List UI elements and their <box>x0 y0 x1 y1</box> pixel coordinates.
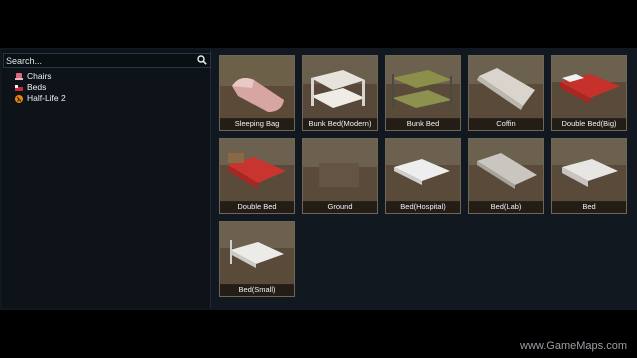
tile-label: Bed(Small) <box>220 284 294 296</box>
tile-bunk-bed[interactable]: Bunk Bed <box>385 55 461 131</box>
tile-double-bed-big[interactable]: Double Bed(Big) <box>551 55 627 131</box>
tree-item-beds[interactable]: Beds <box>14 82 66 93</box>
tile-label: Bed <box>552 201 626 213</box>
tree-item-half-life-2[interactable]: Half-Life 2 <box>14 93 66 104</box>
tile-label: Bed(Lab) <box>469 201 543 213</box>
search-box[interactable] <box>3 53 211 68</box>
tile-label: Bunk Bed <box>386 118 460 130</box>
tile-label: Bed(Hospital) <box>386 201 460 213</box>
sleeping-bag-thumbnail <box>220 56 294 119</box>
chair-icon <box>15 72 23 80</box>
tile-bunk-bed-modern[interactable]: Bunk Bed(Modern) <box>302 55 378 131</box>
coffin-thumbnail <box>469 56 543 119</box>
tile-label: Sleeping Bag <box>220 118 294 130</box>
tile-bed[interactable]: Bed <box>551 138 627 214</box>
bed-thumbnail <box>552 139 626 202</box>
tile-ground[interactable]: Ground <box>302 138 378 214</box>
bunk-bed-thumbnail <box>386 56 460 119</box>
tile-label: Double Bed(Big) <box>552 118 626 130</box>
tile-label: Coffin <box>469 118 543 130</box>
search-icon[interactable] <box>197 55 207 65</box>
bed-hospital-thumbnail <box>386 139 460 202</box>
ground-thumbnail <box>303 139 377 202</box>
tile-coffin[interactable]: Coffin <box>468 55 544 131</box>
tile-double-bed[interactable]: Double Bed <box>219 138 295 214</box>
tree-item-label: Beds <box>27 82 47 92</box>
tree-item-chairs[interactable]: Chairs <box>14 71 66 82</box>
tile-label: Double Bed <box>220 201 294 213</box>
bed-icon <box>15 84 23 91</box>
tree-item-label: Chairs <box>27 71 52 81</box>
bed-small-thumbnail <box>220 222 294 285</box>
bunk-bed-modern-thumbnail <box>303 56 377 119</box>
category-tree: Chairs Beds Half-Life 2 <box>14 71 66 104</box>
tile-bed-lab[interactable]: Bed(Lab) <box>468 138 544 214</box>
tile-label: Bunk Bed(Modern) <box>303 118 377 130</box>
search-input[interactable] <box>6 54 192 67</box>
double-bed-big-thumbnail <box>552 56 626 119</box>
double-bed-thumbnail <box>220 139 294 202</box>
tree-item-label: Half-Life 2 <box>27 93 66 103</box>
content-icon-grid: Sleeping Bag Bunk Bed(Modern) Bunk Bed C… <box>217 53 635 308</box>
tile-bed-hospital[interactable]: Bed(Hospital) <box>385 138 461 214</box>
tile-sleeping-bag[interactable]: Sleeping Bag <box>219 55 295 131</box>
spawn-menu-panel: Chairs Beds Half-Life 2 <box>0 48 637 310</box>
category-tree-pane: Chairs Beds Half-Life 2 <box>2 50 211 308</box>
tile-label: Ground <box>303 201 377 213</box>
watermark: www.GameMaps.com <box>520 340 627 352</box>
tile-bed-small[interactable]: Bed(Small) <box>219 221 295 297</box>
bed-lab-thumbnail <box>469 139 543 202</box>
halflife-icon <box>15 94 23 103</box>
